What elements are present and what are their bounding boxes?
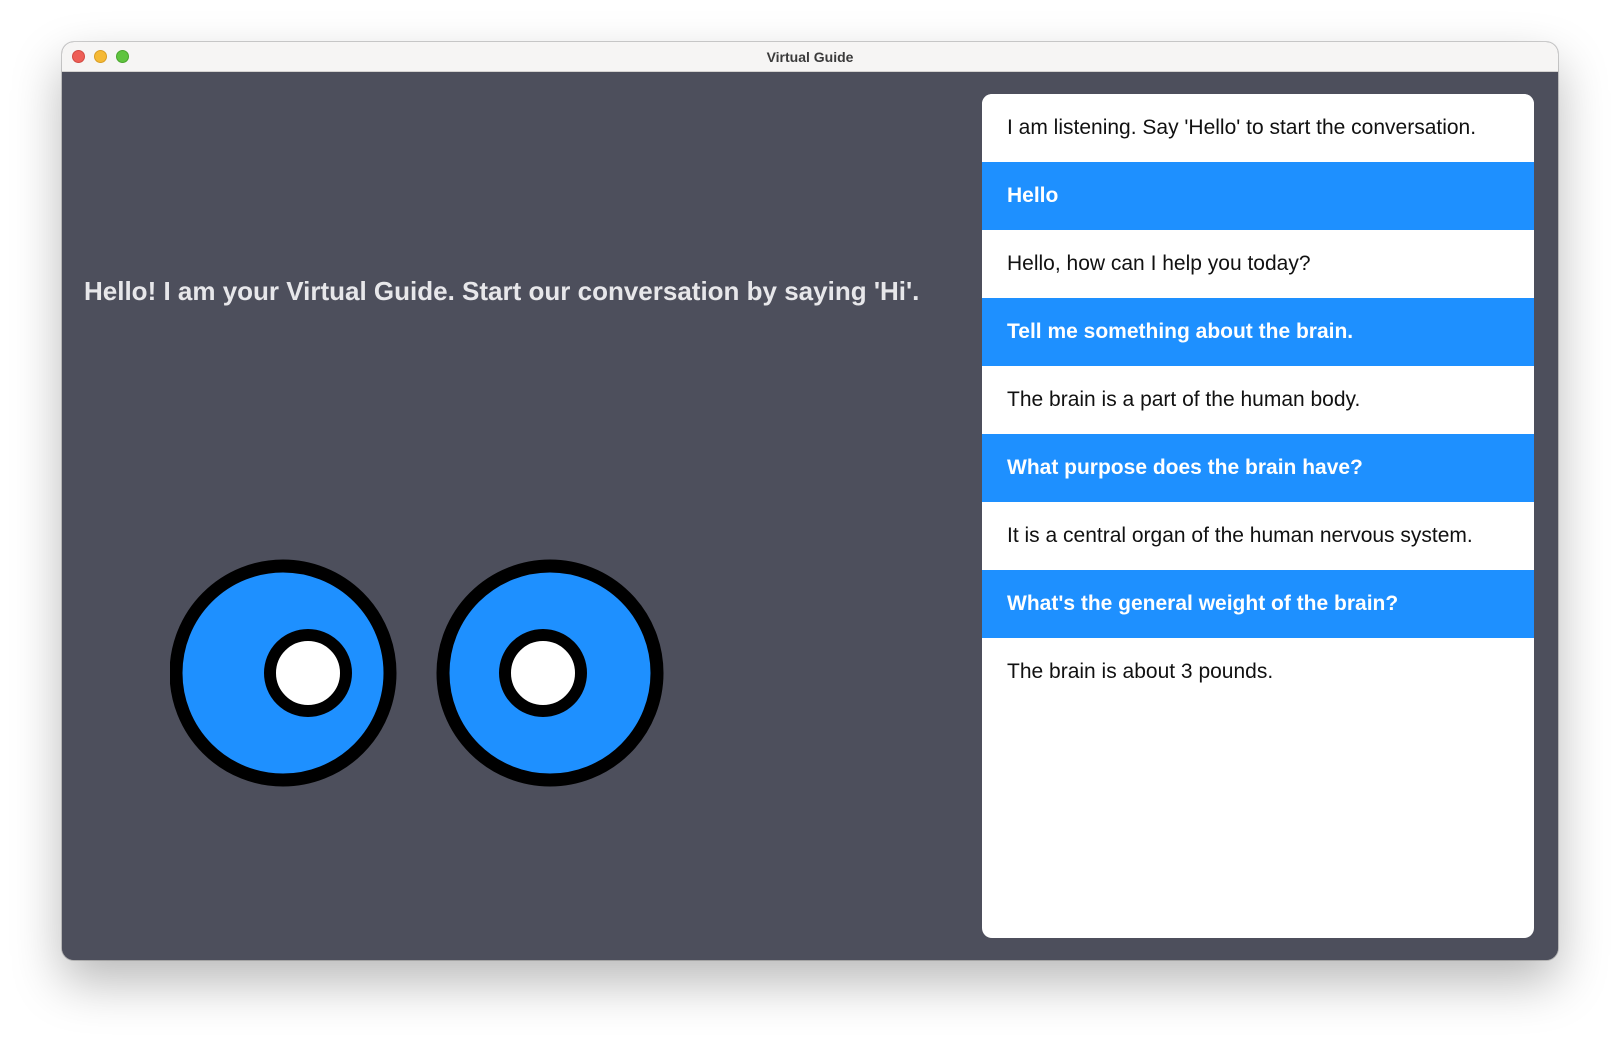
left-eye	[170, 559, 397, 787]
app-window: Virtual Guide Hello! I am your Virtual G…	[62, 42, 1558, 960]
chat-message-user: What purpose does the brain have?	[982, 434, 1534, 502]
cartoon-eyes-icon	[170, 559, 664, 787]
left-eye-pupil	[264, 629, 352, 717]
chat-message-bot: It is a central organ of the human nervo…	[982, 502, 1534, 570]
chat-message-bot: Hello, how can I help you today?	[982, 230, 1534, 298]
chat-message-bot: The brain is about 3 pounds.	[982, 638, 1534, 706]
chat-message-user: What's the general weight of the brain?	[982, 570, 1534, 638]
chat-message-user: Hello	[982, 162, 1534, 230]
greeting-text: Hello! I am your Virtual Guide. Start ou…	[84, 276, 920, 306]
chat-message-bot: I am listening. Say 'Hello' to start the…	[982, 94, 1534, 162]
main-content: Hello! I am your Virtual Guide. Start ou…	[62, 72, 1558, 960]
right-eye	[436, 559, 664, 787]
right-eye-pupil	[499, 629, 587, 717]
title-bar: Virtual Guide	[62, 42, 1558, 72]
window-title: Virtual Guide	[766, 49, 854, 65]
chat-message-user: Tell me something about the brain.	[982, 298, 1534, 366]
chat-transcript-panel[interactable]: I am listening. Say 'Hello' to start the…	[982, 94, 1534, 938]
chat-message-bot: The brain is a part of the human body.	[982, 366, 1534, 434]
